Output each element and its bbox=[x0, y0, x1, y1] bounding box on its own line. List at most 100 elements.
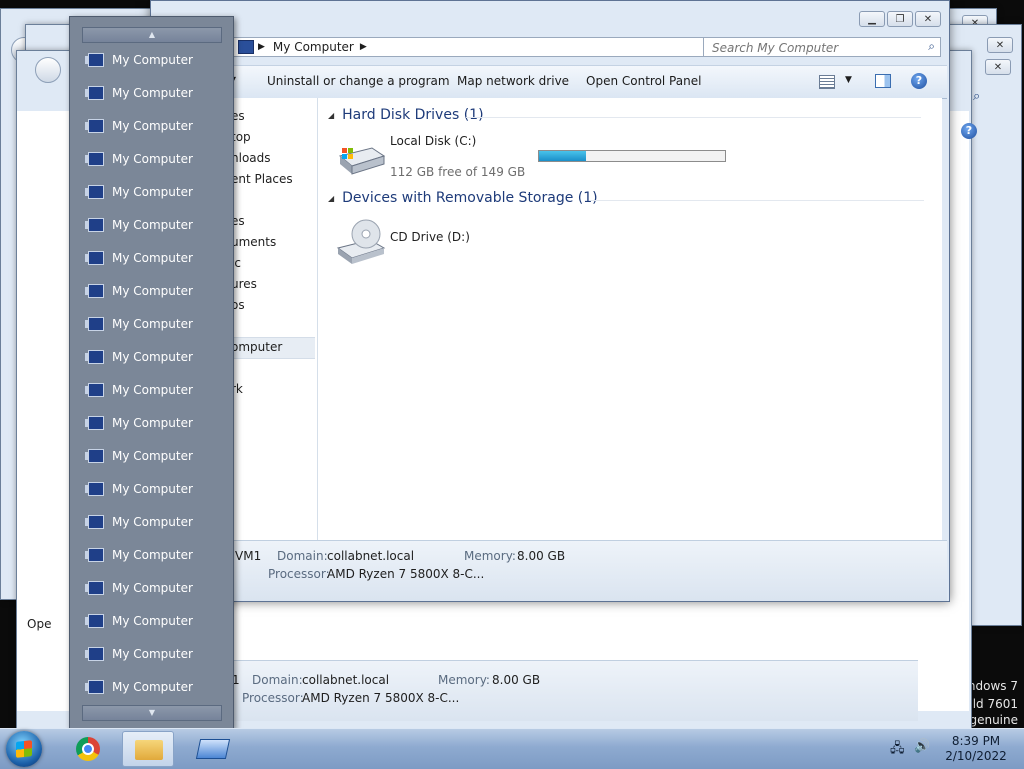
help-icon[interactable]: ? bbox=[911, 73, 927, 89]
menu-item-my-computer[interactable]: My Computer bbox=[85, 147, 228, 171]
menu-item-my-computer[interactable]: My Computer bbox=[85, 213, 228, 237]
domain-label: Domain: bbox=[277, 549, 328, 563]
start-orb-icon[interactable] bbox=[6, 731, 42, 767]
menu-item-my-computer[interactable]: My Computer bbox=[85, 642, 228, 666]
caption-buttons: ▁ ❐ ✕ bbox=[859, 11, 941, 27]
remote-desktop-taskbar-button[interactable] bbox=[186, 731, 238, 767]
menu-item-my-computer[interactable]: My Computer bbox=[85, 675, 228, 699]
menu-item-my-computer[interactable]: My Computer bbox=[85, 510, 228, 534]
chrome-icon bbox=[76, 737, 100, 761]
menu-item-my-computer[interactable]: My Computer bbox=[85, 378, 228, 402]
caption-buttons: ✕ bbox=[985, 59, 1011, 75]
nav-item-downloads[interactable]: nloads bbox=[231, 151, 271, 165]
views-icon[interactable] bbox=[819, 75, 835, 89]
menu-item-my-computer[interactable]: My Computer bbox=[85, 180, 228, 204]
network-icon[interactable]: 🖧 bbox=[890, 739, 905, 761]
details-pane: VM1 Domain: collabnet.local Memory: 8.00… bbox=[151, 540, 947, 601]
help-icon[interactable]: ? bbox=[961, 123, 977, 139]
open-control-panel-button[interactable]: Open Control Panel bbox=[586, 74, 701, 88]
explorer-taskbar-button[interactable] bbox=[122, 731, 174, 767]
close-icon[interactable]: ✕ bbox=[915, 11, 941, 27]
menu-item-my-computer[interactable]: My Computer bbox=[85, 48, 228, 72]
menu-item-my-computer[interactable]: My Computer bbox=[85, 411, 228, 435]
clock-date: 2/10/2022 bbox=[945, 749, 1007, 763]
explorer-window[interactable]: ▁ ❐ ✕ ▶ My Computer ▶ ▼ ⇆ ⌕ ▾ Uninstall … bbox=[150, 0, 950, 602]
partial-text: Ope bbox=[27, 617, 52, 631]
search-icon[interactable]: ⌕ bbox=[973, 89, 980, 104]
group-header-removable[interactable]: ◢ Devices with Removable Storage (1) bbox=[328, 190, 598, 206]
computer-icon bbox=[85, 482, 104, 496]
preview-pane-icon[interactable] bbox=[875, 74, 891, 88]
close-icon[interactable]: ✕ bbox=[987, 37, 1013, 53]
search-box[interactable]: ⌕ bbox=[703, 37, 941, 57]
uninstall-program-button[interactable]: Uninstall or change a program bbox=[267, 74, 450, 88]
chrome-taskbar-button[interactable] bbox=[62, 731, 114, 767]
menu-item-my-computer[interactable]: My Computer bbox=[85, 345, 228, 369]
menu-item-label: My Computer bbox=[112, 548, 193, 562]
clock[interactable]: 8:39 PM 2/10/2022 bbox=[940, 734, 1012, 764]
computer-icon bbox=[85, 317, 104, 331]
computer-icon bbox=[85, 383, 104, 397]
processor-label: Processor: bbox=[242, 691, 304, 705]
group-divider bbox=[466, 117, 921, 118]
computer-name: VM1 bbox=[235, 549, 262, 563]
scroll-down-button[interactable]: ▼ bbox=[82, 705, 222, 721]
chevron-right-icon[interactable]: ▶ bbox=[360, 42, 367, 52]
menu-item-label: My Computer bbox=[112, 218, 193, 232]
chevron-right-icon[interactable]: ▶ bbox=[258, 42, 265, 52]
group-header-label: Hard Disk Drives (1) bbox=[342, 107, 484, 123]
disk-usage-fill bbox=[539, 151, 586, 161]
disk-usage-bar bbox=[538, 150, 726, 162]
chevron-down-icon[interactable]: ▼ bbox=[845, 75, 852, 85]
menu-item-my-computer[interactable]: My Computer bbox=[85, 81, 228, 105]
computer-icon bbox=[85, 119, 104, 133]
navigation-overflow-menu[interactable]: ▲ My Computer My Computer My Computer My Co… bbox=[69, 16, 234, 730]
computer-icon bbox=[85, 86, 104, 100]
nav-item-documents[interactable]: uments bbox=[231, 235, 276, 249]
collapse-triangle-icon[interactable]: ◢ bbox=[328, 194, 334, 203]
group-divider bbox=[590, 200, 924, 201]
menu-item-my-computer[interactable]: My Computer bbox=[85, 477, 228, 501]
domain-value: collabnet.local bbox=[302, 673, 390, 687]
clock-time: 8:39 PM bbox=[951, 734, 1001, 748]
group-header-hard-disk[interactable]: ◢ Hard Disk Drives (1) bbox=[328, 107, 484, 123]
memory-value: 8.00 GB bbox=[517, 549, 566, 563]
back-button[interactable] bbox=[35, 57, 61, 83]
computer-icon bbox=[85, 416, 104, 430]
menu-item-my-computer[interactable]: My Computer bbox=[85, 576, 228, 600]
menu-item-label: My Computer bbox=[112, 680, 193, 694]
nav-item-pictures[interactable]: ures bbox=[231, 277, 257, 291]
menu-item-label: My Computer bbox=[112, 251, 193, 265]
menu-item-label: My Computer bbox=[112, 152, 193, 166]
menu-item-label: My Computer bbox=[112, 53, 193, 67]
computer-icon bbox=[85, 680, 104, 694]
menu-item-my-computer[interactable]: My Computer bbox=[85, 609, 228, 633]
scroll-up-button[interactable]: ▲ bbox=[82, 27, 222, 43]
menu-item-label: My Computer bbox=[112, 284, 193, 298]
search-icon[interactable]: ⌕ bbox=[928, 39, 935, 54]
menu-item-label: My Computer bbox=[112, 581, 193, 595]
minimize-icon[interactable]: ▁ bbox=[859, 11, 885, 27]
menu-item-my-computer[interactable]: My Computer bbox=[85, 312, 228, 336]
maximize-icon[interactable]: ❐ bbox=[887, 11, 913, 27]
menu-item-my-computer[interactable]: My Computer bbox=[85, 543, 228, 567]
nav-item-recent-places[interactable]: ent Places bbox=[231, 172, 293, 186]
menu-item-my-computer[interactable]: My Computer bbox=[85, 444, 228, 468]
nav-item-computer[interactable]: omputer bbox=[231, 340, 282, 354]
content-pane: ◢ Hard Disk Drives (1) Local Disk (C:) 1… bbox=[318, 98, 942, 540]
processor-label: Processor: bbox=[268, 567, 330, 581]
volume-icon[interactable]: 🔊 bbox=[914, 739, 930, 754]
menu-item-my-computer[interactable]: My Computer bbox=[85, 246, 228, 270]
menu-item-my-computer[interactable]: My Computer bbox=[85, 114, 228, 138]
hard-drive-icon bbox=[338, 147, 386, 175]
breadcrumb-item[interactable]: My Computer bbox=[273, 40, 354, 54]
map-network-drive-button[interactable]: Map network drive bbox=[457, 74, 569, 88]
cd-drive-name: CD Drive (D:) bbox=[390, 230, 470, 244]
second-window-details-pane: 1 Domain: collabnet.local Memory: 8.00 G… bbox=[232, 660, 918, 721]
menu-item-my-computer[interactable]: My Computer bbox=[85, 279, 228, 303]
menu-item-label: My Computer bbox=[112, 416, 193, 430]
collapse-triangle-icon[interactable]: ◢ bbox=[328, 111, 334, 120]
search-input[interactable] bbox=[710, 39, 914, 57]
close-icon[interactable]: ✕ bbox=[985, 59, 1011, 75]
cd-drive-item[interactable]: CD Drive (D:) bbox=[334, 216, 534, 266]
